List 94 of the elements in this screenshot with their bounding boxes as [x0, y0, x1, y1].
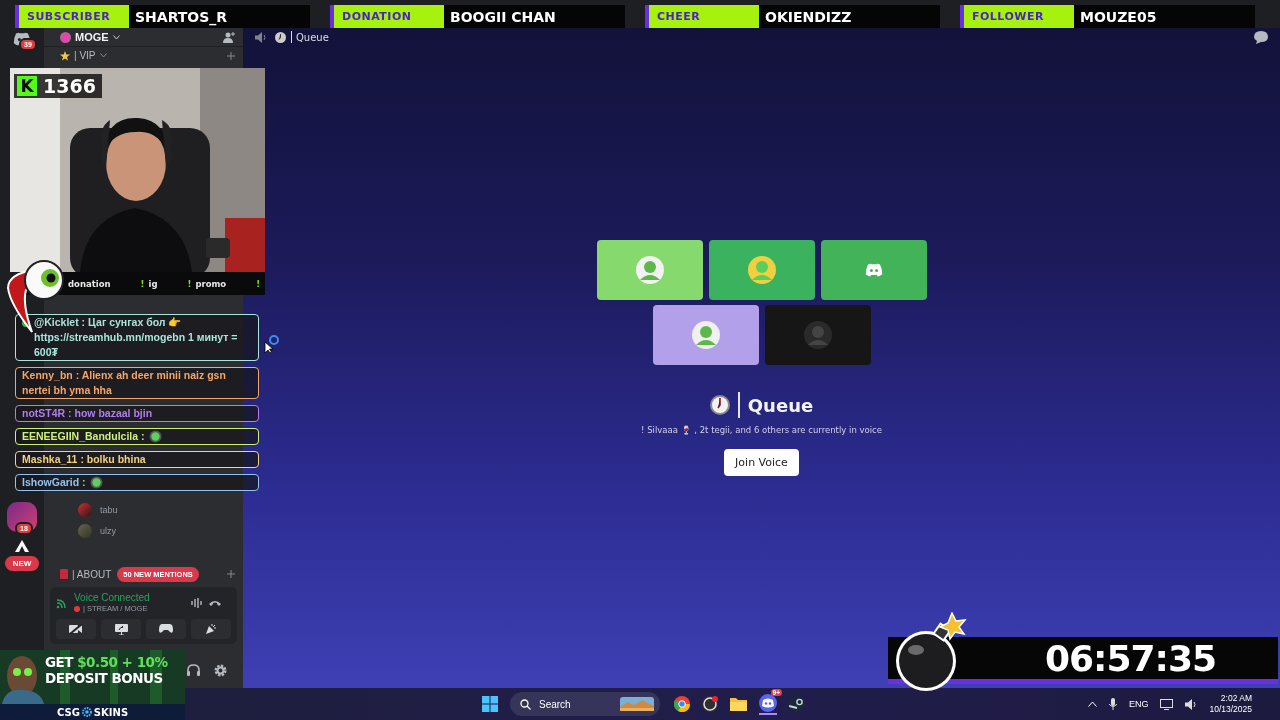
clock-display[interactable]: 2:02 AM 10/13/2025	[1209, 693, 1252, 715]
steam-icon[interactable]	[789, 696, 805, 712]
participant-tile[interactable]	[596, 240, 703, 300]
participant-tile[interactable]	[708, 240, 815, 300]
countdown-timer: 06:57:35	[1044, 637, 1216, 679]
server-name[interactable]: MOGE	[75, 31, 109, 43]
alert-name: SHARTOS_R	[134, 7, 229, 28]
channel-name[interactable]: | ABOUT	[72, 568, 112, 580]
command-mark: !	[187, 278, 192, 289]
add-user-icon[interactable]	[223, 31, 235, 43]
monitor-icon[interactable]	[1160, 698, 1174, 710]
user-avatar	[635, 256, 664, 284]
gamepad-button[interactable]	[146, 619, 186, 639]
cursor-icon	[264, 334, 280, 353]
emote-icon	[148, 430, 162, 443]
camera-off-icon	[69, 624, 83, 634]
windows-start-icon[interactable]	[482, 696, 498, 712]
chat-text: IshowGarid :	[22, 475, 86, 490]
brand-name: SKINS	[93, 706, 129, 718]
chat-bubble-icon[interactable]	[1254, 31, 1268, 44]
alert-label: FOLLOWER	[964, 5, 1074, 28]
new-pill: NEW	[4, 556, 40, 571]
brand-name: CSG	[56, 706, 80, 718]
triangle-logo-icon[interactable]	[15, 540, 29, 552]
live-dot-icon	[74, 605, 80, 612]
user-avatar	[691, 321, 720, 349]
chat-text: @Kicklet : Цаг сунгах бол 👉 https://streamhub.mn/mogebn 1 минут = 600₮	[34, 315, 239, 360]
participant-tile[interactable]	[820, 240, 927, 300]
chevron-down-icon[interactable]	[99, 53, 107, 58]
browser-icon[interactable]	[674, 696, 690, 712]
camera-off-button[interactable]	[56, 619, 96, 639]
command-mark: !	[140, 278, 145, 289]
ad-headline: DEPOSIT BONUS	[45, 670, 163, 686]
gear-icon	[81, 707, 92, 717]
settings-icon[interactable]	[214, 663, 227, 677]
alert-label: CHEER	[649, 5, 759, 28]
voice-status[interactable]: Voice Connected	[74, 592, 185, 603]
user-avatar	[747, 256, 776, 284]
clock-icon	[709, 395, 730, 415]
signal-icon	[56, 596, 68, 609]
viewer-count: 1366	[43, 75, 96, 97]
microphone-icon[interactable]	[1108, 698, 1117, 710]
ad-headline: GET $0.50 + 10%	[45, 654, 168, 670]
language-indicator[interactable]: ENG	[1128, 699, 1149, 709]
participant-tile[interactable]	[764, 305, 871, 365]
soundboard-button[interactable]	[191, 619, 231, 639]
book-icon	[60, 569, 68, 579]
gamepad-icon	[159, 624, 173, 634]
alert-label: DONATION	[334, 5, 444, 28]
clock-icon	[275, 31, 286, 43]
chevron-down-icon[interactable]	[112, 34, 120, 40]
recorder-icon[interactable]	[702, 696, 718, 712]
emote-icon	[89, 476, 103, 489]
member-name[interactable]: tabu	[100, 504, 118, 515]
plus-icon[interactable]	[227, 570, 235, 578]
headphones-icon[interactable]	[187, 664, 200, 676]
chevron-up-icon[interactable]	[1087, 701, 1097, 707]
channel-title: Queue	[747, 394, 814, 416]
folder-icon[interactable]	[730, 697, 747, 711]
command-label: donation	[68, 278, 111, 289]
chat-text: notST4R : how bazaal bjin	[22, 406, 153, 421]
user-avatar	[803, 321, 832, 349]
chat-text: Mashka_11 : bolku bhina	[22, 452, 146, 467]
command-label: ig	[148, 278, 158, 289]
participant-tile[interactable]	[652, 305, 759, 365]
screen-share-button[interactable]	[101, 619, 141, 639]
search-icon	[520, 698, 531, 710]
command-label: promo	[195, 278, 227, 289]
discord-app-icon[interactable]	[759, 693, 777, 712]
alert-name: MOUZE05	[1079, 7, 1158, 27]
join-voice-button[interactable]: Join Voice	[724, 449, 799, 476]
speaker-icon[interactable]	[255, 31, 267, 43]
alert-name: BOOGII CHAN	[449, 7, 557, 27]
sound-bars-icon[interactable]	[191, 597, 203, 608]
server-icon[interactable]	[60, 31, 71, 43]
channel-title: Queue	[296, 31, 329, 43]
category-name[interactable]: | VIP	[74, 50, 96, 61]
screen-share-icon	[114, 623, 128, 635]
command-mark: !	[256, 278, 261, 289]
alert-label: SUBSCRIBER	[19, 5, 129, 28]
volume-icon[interactable]	[1185, 698, 1198, 710]
hang-up-icon[interactable]	[209, 599, 221, 606]
alert-name: OKIENDIZZ	[764, 7, 853, 27]
verified-icon	[22, 319, 30, 327]
plus-icon[interactable]	[227, 51, 235, 60]
search-field[interactable]: Search	[510, 692, 660, 716]
star-icon	[60, 50, 70, 61]
discord-logo-icon	[864, 263, 883, 277]
kick-logo: K	[17, 76, 37, 96]
member-name[interactable]: ulzy	[100, 525, 116, 536]
party-popper-icon	[205, 623, 217, 635]
voice-members-text: ! Silvaaa 🍷 , 2t tegii, and 6 others are currently in voice	[641, 425, 882, 435]
chat-text: Kenny_bn : Alienx ah deer minii naiz gsn nertei bh yma hha	[22, 368, 227, 398]
chat-text: EENEEGIIN_Bandulcila :	[22, 429, 145, 444]
